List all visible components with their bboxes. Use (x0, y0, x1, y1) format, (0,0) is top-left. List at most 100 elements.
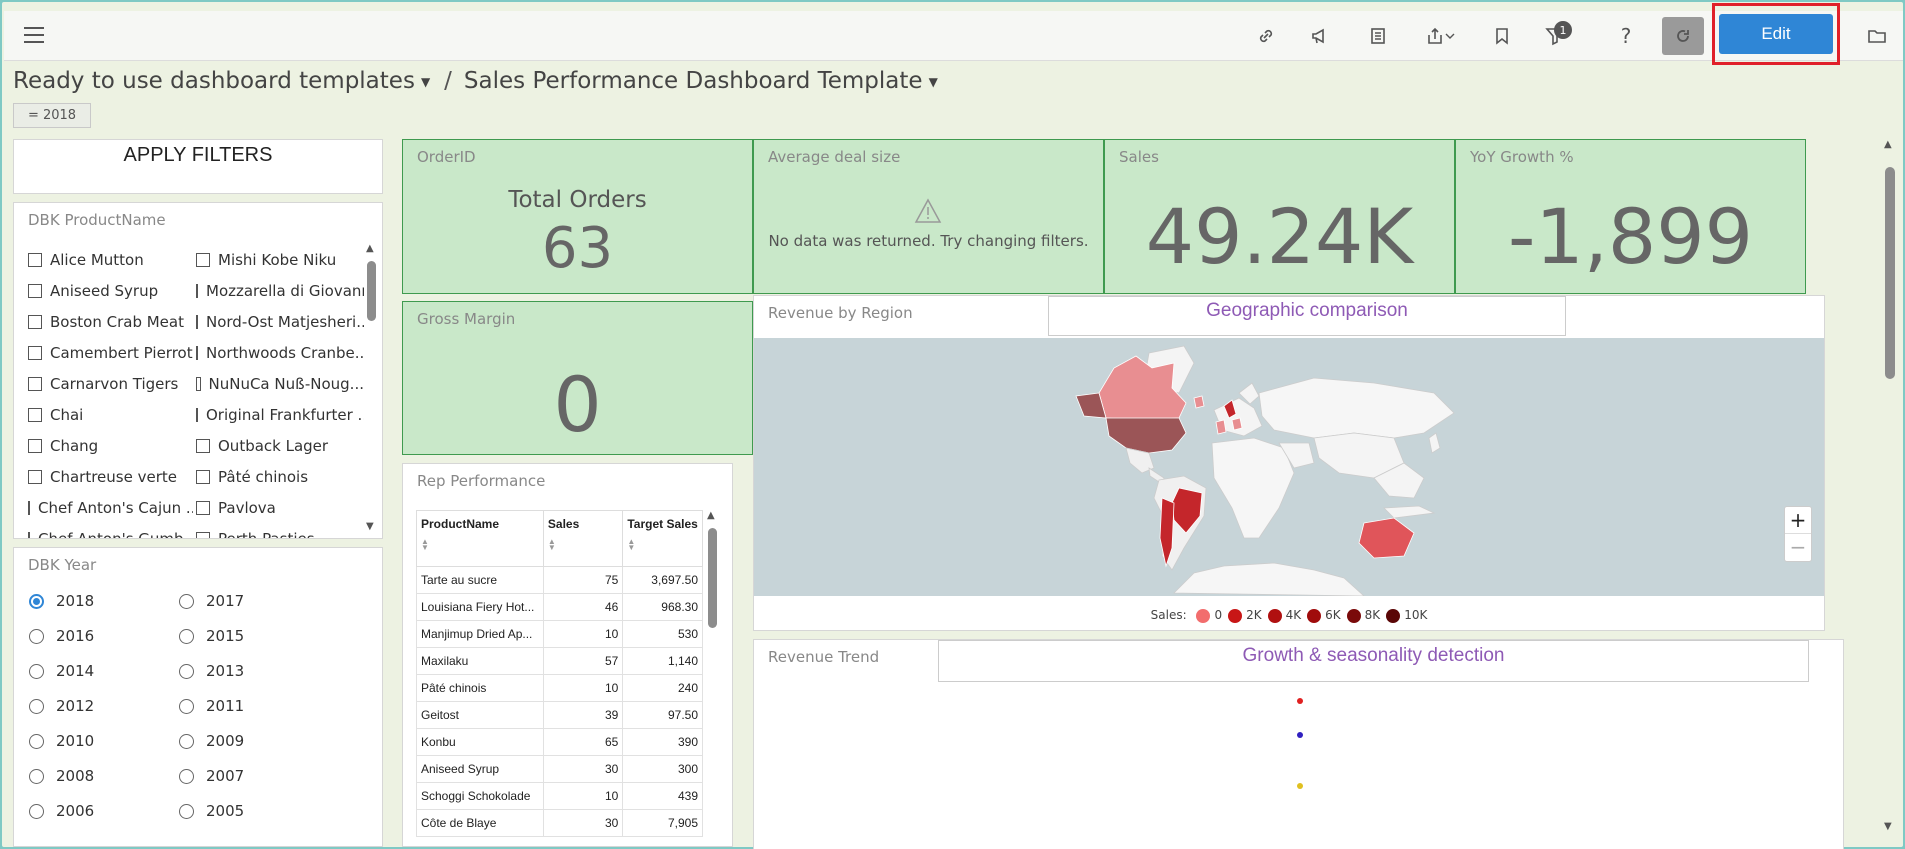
product-checkbox-item[interactable]: Nord-Ost Matjesheri... (196, 313, 364, 331)
checkbox[interactable] (28, 501, 30, 515)
year-radio-item[interactable]: 2017 (179, 592, 244, 610)
year-radio-item[interactable]: 2015 (179, 627, 244, 645)
product-checkbox-item[interactable]: Carnarvon Tigers (28, 375, 193, 393)
year-radio-item[interactable]: 2010 (29, 732, 94, 750)
zoom-in-button[interactable]: + (1785, 507, 1811, 534)
table-row[interactable]: Pâté chinois 10 240 (416, 674, 703, 702)
product-checkbox-item[interactable]: Perth Pasties (196, 530, 364, 538)
checkbox[interactable] (196, 346, 198, 360)
year-radio-item[interactable]: 2011 (179, 697, 244, 715)
product-checkbox-item[interactable]: Outback Lager (196, 437, 364, 455)
filter-chip[interactable]: = 2018 (13, 103, 91, 128)
year-radio-item[interactable]: 2012 (29, 697, 94, 715)
checkbox[interactable] (196, 470, 210, 484)
share-icon[interactable] (1420, 23, 1460, 49)
product-checkbox-item[interactable]: Mishi Kobe Niku (196, 251, 364, 269)
year-radio-item[interactable]: 2018 (29, 592, 94, 610)
checkbox[interactable] (28, 408, 42, 422)
radio-button[interactable] (29, 733, 44, 749)
table-row[interactable]: Côte de Blaye 30 7,905 (416, 809, 703, 837)
help-icon[interactable]: ? (1613, 23, 1639, 49)
megaphone-icon[interactable] (1307, 23, 1333, 49)
page-scrollbar[interactable]: ▲ ▼ (1882, 139, 1896, 839)
chevron-down-icon[interactable]: ▼ (421, 75, 430, 89)
column-header[interactable]: ProductName ▲ ▼ (416, 510, 544, 567)
column-header[interactable]: Target Sales ▲ ▼ (622, 510, 703, 567)
product-checkbox-item[interactable]: Mozzarella di Giovanni (196, 282, 364, 300)
product-checkbox-item[interactable]: Chef Anton's Gumb... (28, 530, 193, 538)
checkbox[interactable] (28, 377, 42, 391)
product-scrollbar[interactable]: ▲ ▼ (365, 243, 377, 533)
table-row[interactable]: Manjimup Dried Ap... 10 530 (416, 620, 703, 648)
product-checkbox-item[interactable]: Pâté chinois (196, 468, 364, 486)
refresh-button[interactable] (1662, 17, 1704, 55)
table-row[interactable]: Tarte au sucre 75 3,697.50 (416, 566, 703, 594)
world-map[interactable] (754, 338, 1824, 596)
breadcrumb-current[interactable]: Sales Performance Dashboard Template (464, 68, 923, 94)
table-row[interactable]: Konbu 65 390 (416, 728, 703, 756)
year-radio-item[interactable]: 2009 (179, 732, 244, 750)
trend-point[interactable] (1297, 698, 1303, 704)
table-row[interactable]: Maxilaku 57 1,140 (416, 647, 703, 675)
table-row[interactable]: Aniseed Syrup 30 300 (416, 755, 703, 783)
product-checkbox-item[interactable]: Chef Anton's Cajun ... (28, 499, 193, 517)
sort-icon[interactable]: ▲ ▼ (421, 538, 539, 552)
hamburger-icon[interactable] (24, 27, 44, 43)
product-checkbox-item[interactable]: Pavlova (196, 499, 364, 517)
table-row[interactable]: Louisiana Fiery Hot... 46 968.30 (416, 593, 703, 621)
radio-button[interactable] (29, 768, 44, 784)
product-checkbox-item[interactable]: Alice Mutton (28, 251, 193, 269)
bookmark-icon[interactable] (1489, 23, 1515, 49)
book-icon[interactable] (1365, 23, 1391, 49)
zoom-out-button[interactable]: − (1785, 534, 1811, 561)
chevron-down-icon[interactable]: ▼ (929, 75, 938, 89)
sort-icon[interactable]: ▲ ▼ (548, 538, 618, 552)
radio-button[interactable] (179, 663, 194, 679)
year-radio-item[interactable]: 2006 (29, 802, 94, 820)
year-radio-item[interactable]: 2016 (29, 627, 94, 645)
product-checkbox-item[interactable]: Camembert Pierrot (28, 344, 193, 362)
radio-button[interactable] (179, 628, 194, 644)
year-radio-item[interactable]: 2007 (179, 767, 244, 785)
trend-point[interactable] (1297, 732, 1303, 738)
radio-button[interactable] (179, 593, 194, 609)
checkbox[interactable] (196, 439, 210, 453)
sort-icon[interactable]: ▲ ▼ (627, 538, 698, 552)
checkbox[interactable] (28, 346, 42, 360)
product-checkbox-item[interactable]: Northwoods Cranbe... (196, 344, 364, 362)
radio-button[interactable] (29, 803, 44, 819)
radio-button[interactable] (179, 803, 194, 819)
checkbox[interactable] (28, 315, 42, 329)
product-checkbox-item[interactable]: NuNuCa Nuß-Noug... (196, 375, 364, 393)
year-radio-item[interactable]: 2013 (179, 662, 244, 680)
checkbox[interactable] (28, 439, 42, 453)
checkbox[interactable] (196, 501, 210, 515)
apply-filters-button[interactable]: APPLY FILTERS (13, 139, 383, 194)
product-checkbox-item[interactable]: Boston Crab Meat (28, 313, 193, 331)
product-checkbox-item[interactable]: Aniseed Syrup (28, 282, 193, 300)
checkbox[interactable] (28, 532, 30, 538)
filter-icon[interactable]: 1 (1540, 21, 1580, 49)
checkbox[interactable] (196, 253, 210, 267)
checkbox[interactable] (196, 315, 198, 329)
product-checkbox-item[interactable]: Chai (28, 406, 193, 424)
radio-button[interactable] (179, 768, 194, 784)
checkbox[interactable] (28, 470, 42, 484)
product-checkbox-item[interactable]: Chartreuse verte (28, 468, 193, 486)
trend-point[interactable] (1297, 783, 1303, 789)
edit-button[interactable]: Edit (1719, 14, 1833, 54)
radio-button[interactable] (29, 663, 44, 679)
radio-button[interactable] (29, 628, 44, 644)
checkbox[interactable] (28, 284, 42, 298)
year-radio-item[interactable]: 2008 (29, 767, 94, 785)
checkbox[interactable] (196, 408, 198, 422)
column-header[interactable]: Sales ▲ ▼ (542, 510, 624, 567)
checkbox[interactable] (28, 253, 42, 267)
checkbox[interactable] (196, 284, 198, 298)
year-radio-item[interactable]: 2005 (179, 802, 244, 820)
radio-button[interactable] (29, 698, 44, 714)
radio-button[interactable] (179, 733, 194, 749)
breadcrumb-parent[interactable]: Ready to use dashboard templates (13, 68, 415, 94)
year-radio-item[interactable]: 2014 (29, 662, 94, 680)
product-checkbox-item[interactable]: Chang (28, 437, 193, 455)
